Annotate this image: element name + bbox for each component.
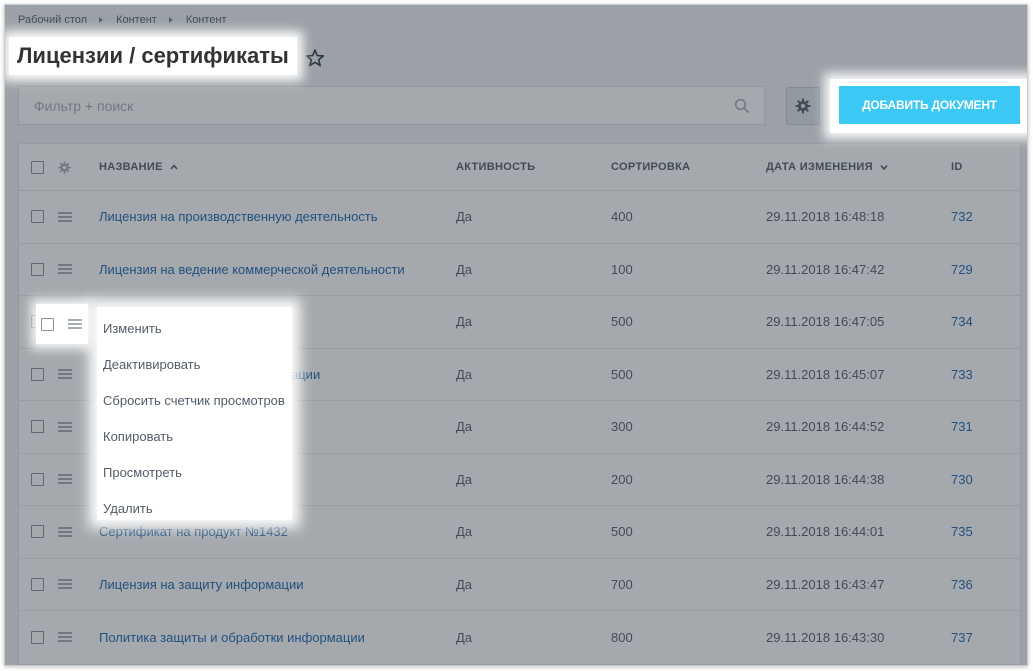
sort-desc-icon [880,164,888,171]
row-date: 29.11.2018 16:47:05 [766,314,885,330]
gear-icon [795,98,811,114]
row-sort: 700 [611,576,633,592]
row-checkbox[interactable] [31,367,44,381]
row-id-link[interactable]: 736 [951,559,973,611]
filter-search-input[interactable] [34,97,714,114]
breadcrumb-item-content-current[interactable]: Контент [186,14,227,26]
select-all-checkbox[interactable] [31,160,44,174]
breadcrumb-item-desktop[interactable]: Рабочий стол [18,14,87,26]
menu-item-copy[interactable]: Копировать [97,419,292,455]
sort-asc-icon [170,164,178,170]
row-sort: 500 [611,524,633,540]
row-actions-menu-icon[interactable] [58,632,72,643]
row-context-menu: Изменить Деактивировать Сбросить счетчик… [97,307,292,520]
row-date: 29.11.2018 16:43:30 [766,629,885,645]
page-title-highlight: Лицензии / сертификаты [9,37,297,75]
breadcrumb: Рабочий стол Контент Контент [18,14,227,26]
row-actions-menu-icon[interactable] [58,526,72,537]
add-document-button[interactable]: ДОБАВИТЬ ДОКУМЕНТ [839,86,1020,124]
row-sort: 400 [611,209,633,225]
row-active: Да [456,471,473,487]
row-active: Да [456,261,473,277]
row-active: Да [456,576,473,592]
row-actions-menu-icon[interactable] [68,319,82,329]
row-date: 29.11.2018 16:43:47 [766,576,885,592]
menu-item-view[interactable]: Просмотреть [97,455,292,491]
row-checkbox[interactable] [31,420,44,434]
breadcrumb-separator-icon [99,17,104,23]
search-icon[interactable] [734,98,750,114]
row-active: Да [456,419,473,435]
column-header-id[interactable]: ID [951,144,963,190]
row-name-link[interactable]: Лицензия на ведение коммерческой деятель… [99,244,405,296]
row-sort: 100 [611,261,633,277]
row-active: Да [456,524,473,540]
row-date: 29.11.2018 16:47:42 [766,261,885,277]
row-actions-menu-icon[interactable] [58,421,72,432]
favorite-star-icon[interactable] [305,48,325,68]
breadcrumb-item-content[interactable]: Контент [116,14,157,26]
page-title: Лицензии / сертификаты [17,43,289,68]
column-header-sort[interactable]: СОРТИРОВКА [611,144,690,190]
table-row[interactable]: Лицензия на ведение коммерческой деятель… [19,244,1020,296]
table-row[interactable]: Лицензия на производственную деятельност… [19,191,1020,244]
menu-item-edit[interactable]: Изменить [97,311,292,347]
row-actions-menu-icon[interactable] [58,474,72,485]
row-checkbox[interactable] [31,472,44,486]
row-checkbox[interactable] [31,577,44,591]
row-date: 29.11.2018 16:44:52 [766,419,885,435]
row-name-link[interactable]: Лицензия на защиту информации [99,559,304,611]
column-settings-gear-icon[interactable] [58,160,71,174]
row-actions-menu-icon[interactable] [58,264,72,275]
row-checkbox[interactable] [31,630,44,644]
filter-search-box[interactable] [18,86,765,125]
row-active: Да [456,629,473,645]
menu-item-delete[interactable]: Удалить [97,491,292,527]
row-name-link[interactable]: ации [291,349,320,401]
row-date: 29.11.2018 16:48:18 [766,209,885,225]
app-frame: Рабочий стол Контент Контент Фильтр + по… [4,4,1028,666]
menu-item-deactivate[interactable]: Деактивировать [97,347,292,383]
menu-item-reset-views[interactable]: Сбросить счетчик просмотров [97,383,292,419]
row-id-link[interactable]: 734 [951,296,973,348]
row-sort: 500 [611,314,633,330]
active-row-menu-trigger [36,304,88,344]
breadcrumb-separator-icon [168,17,173,23]
table-header-row: НАЗВАНИЕ АКТИВНОСТЬ СОРТИРОВКА ДАТА ИЗМЕ… [19,144,1020,191]
row-name-link[interactable]: Лицензия на производственную деятельност… [99,191,378,243]
filter-settings-button[interactable] [786,87,820,125]
row-actions-menu-icon[interactable] [58,369,72,380]
column-header-name[interactable]: НАЗВАНИЕ [99,144,179,190]
row-active: Да [456,209,473,225]
row-checkbox[interactable] [31,525,44,539]
column-header-active[interactable]: АКТИВНОСТЬ [456,144,535,190]
row-id-link[interactable]: 732 [951,191,973,243]
row-sort: 800 [611,629,633,645]
column-header-date[interactable]: ДАТА ИЗМЕНЕНИЯ [766,144,889,190]
row-date: 29.11.2018 16:44:38 [766,471,885,487]
row-id-link[interactable]: 737 [951,611,973,664]
table-row[interactable]: Политика защиты и обработки информации Д… [19,611,1020,664]
row-active: Да [456,314,473,330]
row-actions-menu-icon[interactable] [58,211,72,222]
row-date: 29.11.2018 16:45:07 [766,366,885,382]
row-id-link[interactable]: 733 [951,349,973,401]
row-sort: 200 [611,471,633,487]
row-sort: 500 [611,366,633,382]
row-active: Да [456,366,473,382]
row-id-link[interactable]: 730 [951,454,973,506]
row-date: 29.11.2018 16:44:01 [766,524,885,540]
row-sort: 300 [611,419,633,435]
row-checkbox[interactable] [41,317,54,331]
row-id-link[interactable]: 729 [951,244,973,296]
row-id-link[interactable]: 731 [951,401,973,453]
row-checkbox[interactable] [31,210,44,224]
table-row[interactable]: Лицензия на защиту информации Да 700 29.… [19,559,1020,611]
row-id-link[interactable]: 735 [951,506,973,558]
row-actions-menu-icon[interactable] [58,579,72,590]
row-checkbox[interactable] [31,262,44,276]
row-name-link[interactable]: Политика защиты и обработки информации [99,611,365,664]
